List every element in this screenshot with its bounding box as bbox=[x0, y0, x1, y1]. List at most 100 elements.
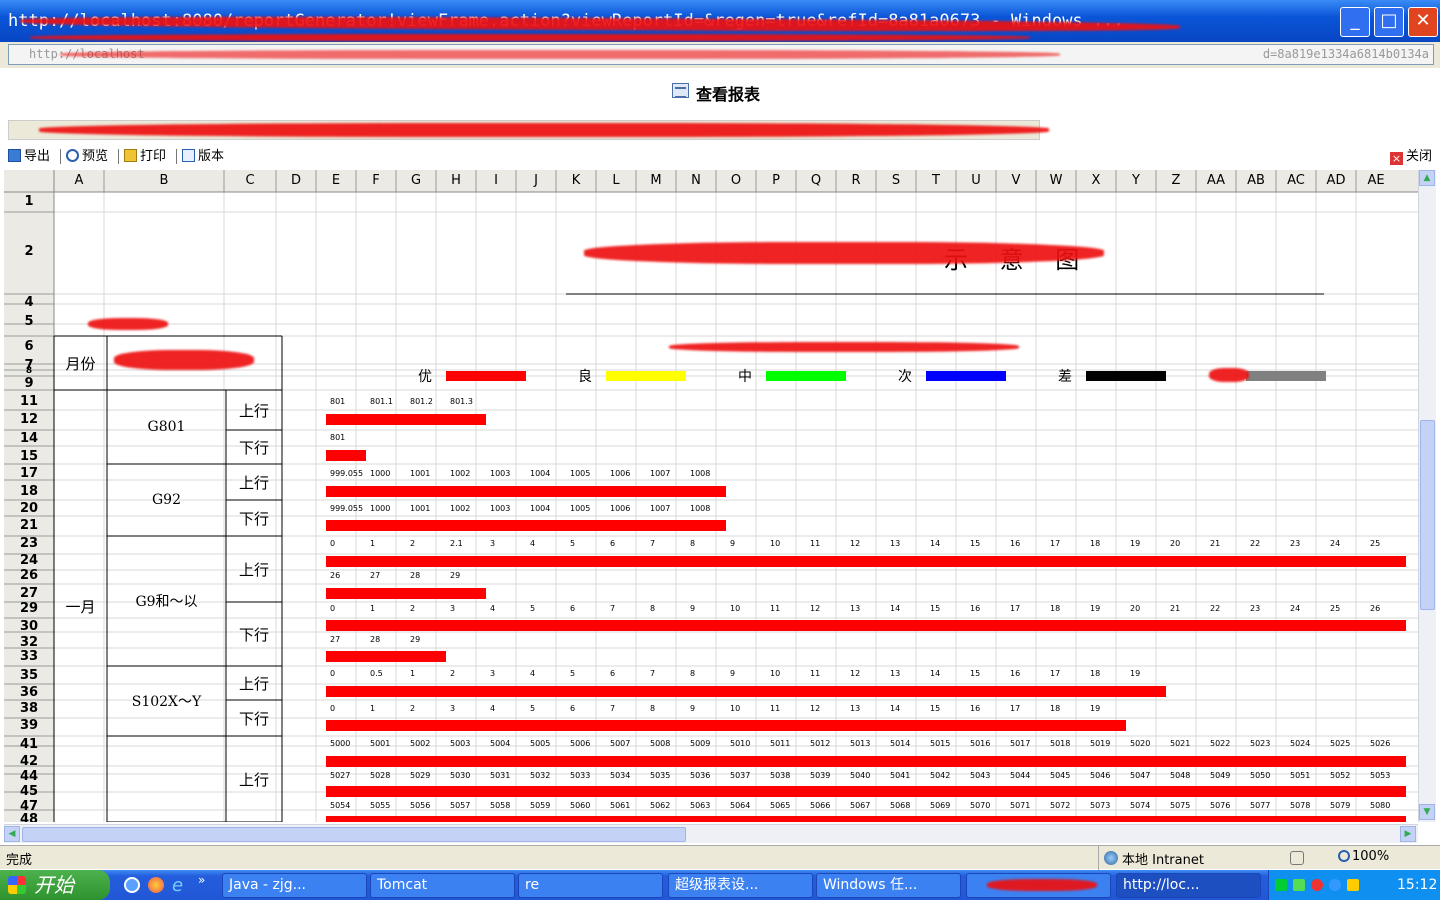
row-header[interactable]: 4 bbox=[4, 295, 54, 311]
row-header[interactable]: 15 bbox=[4, 449, 54, 465]
row-header[interactable]: 29 bbox=[4, 601, 54, 617]
column-header[interactable]: AC bbox=[1276, 173, 1316, 188]
track-point-label: 8 bbox=[690, 539, 696, 548]
column-header[interactable]: O bbox=[716, 173, 756, 188]
ie-icon[interactable]: e bbox=[172, 875, 183, 896]
column-header[interactable]: AB bbox=[1236, 173, 1276, 188]
row-header[interactable]: 24 bbox=[4, 553, 54, 569]
column-header[interactable]: A bbox=[54, 173, 104, 188]
column-header[interactable]: Y bbox=[1116, 173, 1156, 188]
row-header[interactable]: 48 bbox=[4, 812, 54, 822]
column-header[interactable]: W bbox=[1036, 173, 1076, 188]
row-header[interactable]: 39 bbox=[4, 718, 54, 734]
task-task-manager[interactable]: Windows 任... bbox=[816, 873, 961, 898]
scroll-right-arrow-icon[interactable]: ▶ bbox=[1400, 826, 1416, 842]
task-java[interactable]: Java - zjg... bbox=[222, 873, 367, 898]
more-quicklaunch-icon[interactable]: » bbox=[198, 873, 205, 887]
export-button[interactable]: 导出 bbox=[8, 148, 50, 166]
task-browser-localhost[interactable]: http://loc... bbox=[1116, 873, 1261, 898]
task-label: Java - zjg... bbox=[229, 877, 306, 893]
preview-button[interactable]: 预览 bbox=[66, 148, 108, 166]
row-header[interactable]: 1 bbox=[4, 194, 54, 210]
task-folder-re[interactable]: re bbox=[518, 873, 663, 898]
column-header[interactable]: G bbox=[396, 173, 436, 188]
column-header[interactable]: X bbox=[1076, 173, 1116, 188]
column-header[interactable]: AE bbox=[1356, 173, 1396, 188]
column-header[interactable]: I bbox=[476, 173, 516, 188]
row-header[interactable]: 44 bbox=[4, 769, 54, 785]
row-header[interactable]: 6 bbox=[4, 339, 54, 355]
network-icon[interactable] bbox=[1275, 879, 1287, 891]
row-header[interactable]: 36 bbox=[4, 685, 54, 701]
column-header[interactable]: J bbox=[516, 173, 556, 188]
column-header[interactable]: U bbox=[956, 173, 996, 188]
column-header[interactable]: E bbox=[316, 173, 356, 188]
column-header[interactable]: P bbox=[756, 173, 796, 188]
column-header[interactable]: R bbox=[836, 173, 876, 188]
maximize-button[interactable]: □ bbox=[1374, 7, 1404, 37]
print-button[interactable]: 打印 bbox=[124, 148, 166, 166]
row-header[interactable]: 27 bbox=[4, 586, 54, 602]
row-header[interactable]: 17 bbox=[4, 466, 54, 482]
row-header[interactable]: 33 bbox=[4, 649, 54, 665]
column-header[interactable]: AA bbox=[1196, 173, 1236, 188]
row-header[interactable]: 14 bbox=[4, 431, 54, 447]
column-header[interactable]: T bbox=[916, 173, 956, 188]
column-header[interactable]: H bbox=[436, 173, 476, 188]
column-header[interactable]: Q bbox=[796, 173, 836, 188]
row-header[interactable]: 5 bbox=[4, 314, 54, 330]
report-sheet[interactable]: A B C D E F G H I J K L M N O P Q R S T U V W X Y Z AA AB AC AD AE 1 2 4 5… bbox=[4, 170, 1418, 822]
scroll-down-arrow-icon[interactable]: ▼ bbox=[1419, 804, 1435, 820]
vertical-scrollbar[interactable]: ▲ ▼ bbox=[1418, 170, 1436, 822]
track-point-label: 5033 bbox=[570, 771, 591, 780]
zoom-level[interactable]: 100% bbox=[1352, 849, 1389, 864]
column-header[interactable]: V bbox=[996, 173, 1036, 188]
version-button[interactable]: 版本 bbox=[182, 148, 224, 166]
task-redacted[interactable] bbox=[966, 873, 1111, 898]
antivirus-icon[interactable] bbox=[1311, 879, 1323, 891]
row-header[interactable]: 21 bbox=[4, 518, 54, 534]
scroll-up-arrow-icon[interactable]: ▲ bbox=[1419, 170, 1435, 186]
minimize-button[interactable]: _ bbox=[1340, 7, 1370, 37]
tray-app-icon[interactable] bbox=[1293, 879, 1305, 891]
close-window-button[interactable]: ✕ bbox=[1408, 7, 1438, 37]
row-header[interactable]: 2 bbox=[4, 244, 54, 260]
column-header[interactable]: L bbox=[596, 173, 636, 188]
row-header[interactable]: 30 bbox=[4, 619, 54, 635]
row-header[interactable]: 12 bbox=[4, 412, 54, 428]
volume-icon[interactable] bbox=[1347, 879, 1359, 891]
task-report-designer[interactable]: 超级报表设... bbox=[668, 873, 813, 898]
tray-info-icon[interactable] bbox=[1329, 879, 1341, 891]
row-header[interactable]: 9 bbox=[4, 376, 54, 392]
row-header[interactable]: 35 bbox=[4, 668, 54, 684]
column-header[interactable]: Z bbox=[1156, 173, 1196, 188]
close-report-button[interactable]: × 关闭 bbox=[1390, 148, 1432, 166]
column-header[interactable]: C bbox=[224, 173, 276, 188]
start-button[interactable]: 开始 bbox=[0, 870, 110, 900]
column-header[interactable]: F bbox=[356, 173, 396, 188]
row-header[interactable]: 18 bbox=[4, 484, 54, 500]
horizontal-scrollbar[interactable]: ◀ ▶ bbox=[4, 824, 1418, 843]
row-header[interactable]: 26 bbox=[4, 568, 54, 584]
column-header[interactable]: D bbox=[276, 173, 316, 188]
window-title-bar[interactable]: http://localhost:8080/reportGenerator!vi… bbox=[0, 0, 1440, 42]
show-desktop-icon[interactable] bbox=[124, 877, 140, 893]
row-header[interactable]: 42 bbox=[4, 754, 54, 770]
row-header[interactable]: 38 bbox=[4, 701, 54, 717]
scroll-left-arrow-icon[interactable]: ◀ bbox=[4, 826, 20, 842]
row-header[interactable]: 20 bbox=[4, 501, 54, 517]
row-header[interactable]: 41 bbox=[4, 737, 54, 753]
vertical-scroll-thumb[interactable] bbox=[1420, 420, 1435, 610]
row-header[interactable]: 11 bbox=[4, 394, 54, 410]
column-header[interactable]: S bbox=[876, 173, 916, 188]
column-header[interactable]: M bbox=[636, 173, 676, 188]
column-header[interactable]: N bbox=[676, 173, 716, 188]
row-header[interactable]: 23 bbox=[4, 536, 54, 552]
column-header[interactable]: AD bbox=[1316, 173, 1356, 188]
task-tomcat[interactable]: Tomcat bbox=[370, 873, 515, 898]
column-header[interactable]: K bbox=[556, 173, 596, 188]
horizontal-scroll-thumb[interactable] bbox=[22, 827, 686, 842]
firefox-icon[interactable] bbox=[148, 877, 164, 893]
column-header[interactable]: B bbox=[104, 173, 224, 188]
row-header[interactable]: 45 bbox=[4, 784, 54, 800]
